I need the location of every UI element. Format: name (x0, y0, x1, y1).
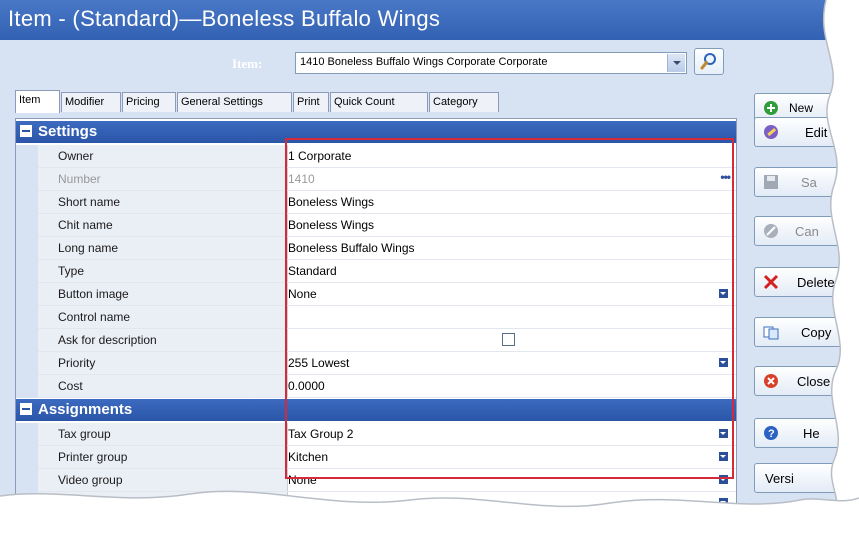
row-button-image[interactable]: Button image None (16, 283, 736, 306)
item-select[interactable]: 1410 Boneless Buffalo Wings Corporate Co… (295, 52, 687, 74)
row-label: Cost (38, 375, 288, 397)
chevron-down-icon[interactable] (719, 498, 728, 507)
delete-icon (763, 274, 779, 290)
tab-modifier[interactable]: Modifier (61, 92, 121, 112)
row-ask-for-description[interactable]: Ask for description (16, 329, 736, 352)
search-icon (700, 53, 716, 70)
row-cost[interactable]: Cost 0.0000 (16, 375, 736, 398)
row-priority[interactable]: Priority 255 Lowest (16, 352, 736, 375)
search-button[interactable] (694, 48, 724, 75)
plus-icon (764, 101, 778, 115)
row-label: Chit name (38, 214, 288, 236)
section-assignments[interactable]: Assignments (16, 399, 736, 421)
chit-name-field[interactable]: Boneless Wings (288, 214, 736, 236)
title-bar: Item - (Standard)—Boneless Buffalo Wings (0, 0, 859, 40)
chevron-down-icon[interactable] (719, 289, 728, 298)
tab-item[interactable]: Item (15, 90, 60, 113)
tab-print[interactable]: Print (293, 92, 329, 112)
save-icon (764, 175, 778, 189)
save-button[interactable]: Sa (754, 167, 854, 197)
row-label: Number (38, 168, 288, 190)
new-dropdown-button[interactable] (838, 96, 852, 116)
row-label: Printer group (38, 446, 288, 468)
row-label: Type (38, 260, 288, 282)
close-button[interactable]: Close (754, 366, 854, 396)
ask-for-description-cell (288, 329, 736, 351)
type-value: Standard (288, 264, 337, 278)
ellipsis-icon[interactable]: ••• (720, 170, 731, 184)
row-video-group[interactable]: Video group None (16, 469, 736, 492)
row-tax-group[interactable]: Tax group Tax Group 2 (16, 423, 736, 446)
row-label: Control name (38, 306, 288, 328)
priority-select[interactable]: 255 Lowest (288, 352, 736, 374)
item-window: Item - (Standard)—Boneless Buffalo Wings… (0, 0, 859, 535)
chevron-down-icon[interactable] (719, 429, 728, 438)
section-title: Assignments (38, 401, 133, 418)
row-select[interactable]: None (288, 492, 736, 514)
window-title: Item - (Standard)—Boneless Buffalo Wings (8, 6, 441, 31)
control-name-field[interactable] (288, 306, 736, 328)
long-name-field[interactable]: Boneless Buffalo Wings (288, 237, 736, 259)
version-button[interactable]: Versi (754, 463, 854, 493)
tab-category[interactable]: Category (429, 92, 499, 112)
section-settings[interactable]: Settings (16, 121, 736, 143)
tab-general-settings[interactable]: General Settings (177, 92, 292, 112)
number-value[interactable]: 1410 (288, 168, 736, 190)
close-icon (764, 374, 778, 388)
row-number[interactable]: Number 1410 ••• (16, 168, 736, 191)
copy-button[interactable]: Copy (754, 317, 854, 347)
button-image-select[interactable]: None (288, 283, 736, 305)
edit-button[interactable]: Edit (754, 117, 854, 147)
video-group-select[interactable]: None (288, 469, 736, 491)
row-control-name[interactable]: Control name (16, 306, 736, 329)
row-type[interactable]: Type Standard (16, 260, 736, 283)
tab-pricing[interactable]: Pricing (122, 92, 176, 112)
row-unnamed[interactable]: None (16, 492, 736, 515)
collapse-icon[interactable] (20, 125, 32, 137)
chevron-down-icon[interactable] (719, 452, 728, 461)
row-label: Long name (38, 237, 288, 259)
row-label: Button image (38, 283, 288, 305)
help-icon: ? (764, 426, 778, 440)
chevron-down-icon[interactable] (719, 358, 728, 367)
edit-icon (764, 125, 778, 139)
row-long-name[interactable]: Long name Boneless Buffalo Wings (16, 237, 736, 260)
chevron-down-icon[interactable] (719, 475, 728, 484)
cancel-icon (764, 224, 778, 238)
chevron-down-icon[interactable] (667, 54, 685, 72)
owner-value[interactable]: 1 Corporate (288, 145, 736, 167)
cancel-button[interactable]: Can (754, 216, 854, 246)
row-printer-group[interactable]: Printer group Kitchen (16, 446, 736, 469)
item-select-value: 1410 Boneless Buffalo Wings Corporate Co… (300, 56, 548, 68)
tax-group-select[interactable]: Tax Group 2 (288, 423, 736, 445)
row-label: Owner (38, 145, 288, 167)
row-label (38, 492, 288, 514)
delete-button[interactable]: Delete (754, 267, 854, 297)
copy-icon (763, 326, 779, 340)
row-owner[interactable]: Owner 1 Corporate (16, 145, 736, 168)
row-label: Tax group (38, 423, 288, 445)
svg-text:?: ? (768, 428, 775, 440)
row-label: Priority (38, 352, 288, 374)
item-label: Item: (232, 56, 263, 71)
tab-quick-count[interactable]: Quick Count (330, 92, 428, 112)
ask-for-description-checkbox[interactable] (502, 333, 515, 346)
section-title: Settings (38, 123, 98, 140)
help-button[interactable]: ? He (754, 418, 854, 448)
cost-field[interactable]: 0.0000 (288, 375, 736, 397)
property-grid: Settings Owner 1 Corporate Number 1410 •… (15, 118, 737, 528)
collapse-icon[interactable] (20, 403, 32, 415)
row-chit-name[interactable]: Chit name Boneless Wings (16, 214, 736, 237)
short-name-field[interactable]: Boneless Wings (288, 191, 736, 213)
row-label: Short name (38, 191, 288, 213)
row-label: Ask for description (38, 329, 288, 351)
printer-group-select[interactable]: Kitchen (288, 446, 736, 468)
row-label: Video group (38, 469, 288, 491)
row-short-name[interactable]: Short name Boneless Wings (16, 191, 736, 214)
